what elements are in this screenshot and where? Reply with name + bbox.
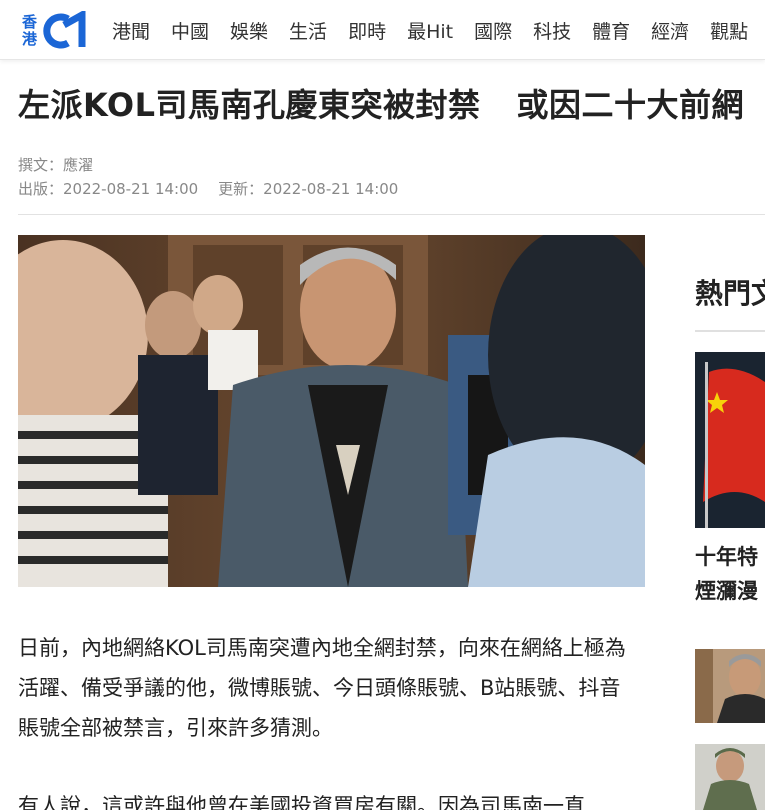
article-title-part2: 或因二十大前網 xyxy=(516,86,744,124)
sidebar-story-caption-1[interactable]: 十年特 煙瀰漫 xyxy=(695,540,758,608)
article-title-part1: 左派KOL司馬南孔慶東突被封禁 xyxy=(18,86,481,124)
sidebar-story-thumbnail-1[interactable] xyxy=(695,352,765,528)
article-author: 撰文：應濯 xyxy=(18,156,94,174)
logo-01-icon xyxy=(43,11,86,49)
logo-text-line2: 港 xyxy=(22,30,38,48)
nav-item-tech[interactable]: 科技 xyxy=(533,17,571,44)
article-dates: 出版：2022-08-21 14:00 更新：2022-08-21 14:00 xyxy=(18,178,398,199)
main-nav: 港聞 中國 娛樂 生活 即時 最Hit 國際 科技 體育 經濟 觀點 xyxy=(112,0,765,59)
hk01-logo[interactable]: 香 港 xyxy=(22,11,94,51)
nav-item-sports[interactable]: 體育 xyxy=(592,17,630,44)
nav-item-china[interactable]: 中國 xyxy=(171,17,209,44)
sidebar-story-caption-line-1: 十年特 xyxy=(695,545,758,569)
article-paragraph-2: 有人說，這或許與他曾在美國投資買房有關。因為司馬南一直 xyxy=(18,794,585,810)
updated-time: 更新：2022-08-21 14:00 xyxy=(218,180,399,198)
flag-image-icon xyxy=(695,352,765,528)
sidebar-story-thumbnail-3[interactable] xyxy=(695,744,765,810)
published-time: 出版：2022-08-21 14:00 xyxy=(18,180,199,198)
nav-item-instant[interactable]: 即時 xyxy=(348,17,386,44)
sidebar-story-caption-line-2: 煙瀰漫 xyxy=(695,579,758,603)
nav-item-economy[interactable]: 經濟 xyxy=(651,17,689,44)
sidebar-divider xyxy=(695,330,765,332)
sidebar-story-thumbnail-2[interactable] xyxy=(695,649,765,723)
portrait-image-icon xyxy=(695,649,765,723)
nav-item-international[interactable]: 國際 xyxy=(474,17,512,44)
sidebar-title: 熱門文 xyxy=(695,277,765,310)
logo-text-line1: 香 xyxy=(22,13,38,31)
nav-item-hit[interactable]: 最Hit xyxy=(407,17,453,44)
top-nav-bar: 香 港 港聞 中國 娛樂 生活 即時 最Hit 國際 科技 體育 經濟 觀點 xyxy=(0,0,765,60)
article-title: 左派KOL司馬南孔慶東突被封禁 或因二十大前網 xyxy=(18,80,744,126)
nav-item-entertainment[interactable]: 娛樂 xyxy=(230,17,268,44)
soldier-image-icon xyxy=(695,744,765,810)
header-divider xyxy=(18,214,765,215)
photo-illustration xyxy=(18,235,645,587)
nav-item-lifestyle[interactable]: 生活 xyxy=(289,17,327,44)
logo-wordmark: 香 港 xyxy=(22,14,40,48)
article-paragraph-1: 日前，內地網絡KOL司馬南突遭內地全網封禁，向來在網絡上極為活躍、備受爭議的他，… xyxy=(18,636,626,740)
nav-item-opinion[interactable]: 觀點 xyxy=(710,17,748,44)
article-photo[interactable] xyxy=(18,235,645,587)
nav-item-hk-news[interactable]: 港聞 xyxy=(112,17,150,44)
